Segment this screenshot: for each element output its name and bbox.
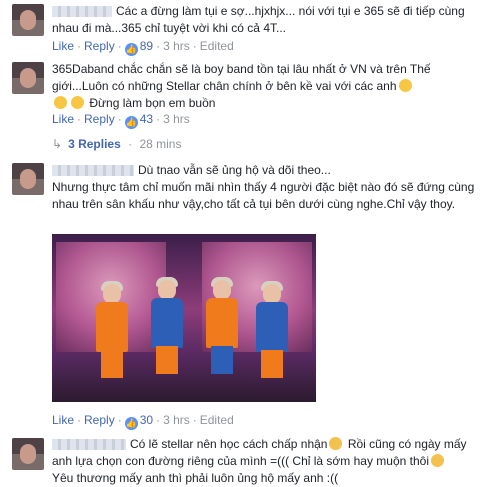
reply-link[interactable]: Reply [84, 413, 115, 427]
like-count[interactable]: 89 [140, 39, 153, 53]
reply-link[interactable]: Reply [84, 39, 115, 53]
timestamp[interactable]: 3 hrs [163, 112, 190, 126]
replies-time: 28 mins [139, 137, 182, 151]
comment-text-2: Đừng làm bọn em buồn [89, 96, 216, 110]
comment-text-3: Yêu thương mấy anh thì phải luôn ủng hộ … [52, 471, 339, 485]
avatar[interactable] [12, 438, 44, 470]
avatar[interactable] [12, 163, 44, 195]
sad-emoji-icon [431, 454, 444, 467]
timestamp[interactable]: 3 hrs [163, 39, 190, 53]
avatar[interactable] [12, 4, 44, 36]
comment-photo[interactable] [52, 234, 316, 402]
thumbs-up-icon: 👍 [124, 417, 138, 430]
comment-text-2: Nhưng thực tâm chỉ muốn mãi nhìn thấy 4 … [52, 180, 475, 211]
sad-emoji-icon [329, 437, 343, 450]
like-link[interactable]: Like [52, 413, 74, 427]
edited-label[interactable]: Edited [200, 39, 234, 53]
commenter-name[interactable] [52, 6, 112, 18]
like-link[interactable]: Like [52, 112, 74, 126]
view-replies[interactable]: ↳ 3 Replies · 28 mins [52, 136, 181, 152]
thumbs-up-icon: 👍 [124, 43, 138, 56]
comment-text: Dù tnao vẫn sẽ ủng hộ và dõi theo... [138, 163, 331, 177]
grin-emoji-icon [71, 96, 84, 109]
reply-arrow-icon: ↳ [52, 137, 63, 151]
replies-count[interactable]: 3 Replies [68, 137, 121, 151]
grin-emoji-icon [54, 96, 67, 109]
reply-link[interactable]: Reply [84, 112, 115, 126]
like-count[interactable]: 43 [140, 112, 153, 126]
comment-text: 365Daband chắc chắn sẽ là boy band tồn t… [52, 62, 431, 93]
comment-text: Các a đừng làm tụi e sợ...hjxhjx... nói … [52, 4, 465, 35]
avatar[interactable] [12, 62, 44, 94]
commenter-name[interactable] [52, 165, 134, 177]
commenter-name[interactable] [52, 439, 126, 451]
like-link[interactable]: Like [52, 39, 74, 53]
comment-text: Có lẽ stellar nên học cách chấp nhận [130, 437, 328, 451]
thumbs-up-icon: 👍 [124, 116, 138, 129]
timestamp[interactable]: 3 hrs [163, 413, 190, 427]
smile-emoji-icon [398, 79, 412, 92]
like-count[interactable]: 30 [140, 413, 153, 427]
edited-label[interactable]: Edited [200, 413, 234, 427]
